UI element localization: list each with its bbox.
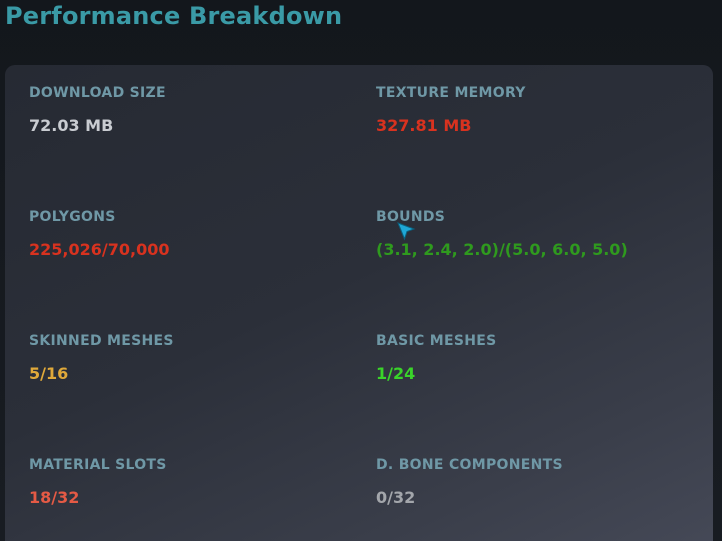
stat-label: BOUNDS bbox=[376, 209, 446, 225]
stat-value: 1/24 bbox=[376, 364, 416, 383]
stat-label: POLYGONS bbox=[29, 209, 116, 225]
stat-value: 0/32 bbox=[376, 488, 416, 507]
stat-value: (3.1, 2.4, 2.0)/(5.0, 6.0, 5.0) bbox=[376, 240, 628, 259]
stat-value: 18/32 bbox=[29, 488, 80, 507]
stat-material-slots: MATERIAL SLOTS 18/32 bbox=[29, 456, 359, 508]
stat-skinned-meshes: SKINNED MESHES 5/16 bbox=[29, 332, 359, 384]
stat-value: 327.81 MB bbox=[376, 116, 472, 135]
pointer-arrow-icon bbox=[397, 222, 416, 241]
stat-d-bone-components: D. BONE COMPONENTS 0/32 bbox=[376, 456, 706, 508]
stat-texture-memory: TEXTURE MEMORY 327.81 MB bbox=[376, 84, 706, 136]
stat-basic-meshes: BASIC MESHES 1/24 bbox=[376, 332, 706, 384]
stat-label: MATERIAL SLOTS bbox=[29, 457, 167, 473]
stat-label: TEXTURE MEMORY bbox=[376, 85, 526, 101]
stat-value: 225,026/70,000 bbox=[29, 240, 170, 259]
stat-label: SKINNED MESHES bbox=[29, 333, 174, 349]
stat-polygons: POLYGONS 225,026/70,000 bbox=[29, 208, 359, 260]
performance-page: Performance Breakdown DOWNLOAD SIZE 72.0… bbox=[0, 0, 722, 541]
cursor-shape bbox=[397, 222, 416, 241]
page-title: Performance Breakdown bbox=[5, 2, 343, 30]
stat-label: D. BONE COMPONENTS bbox=[376, 457, 563, 473]
stat-label: DOWNLOAD SIZE bbox=[29, 85, 166, 101]
stat-bounds: BOUNDS (3.1, 2.4, 2.0)/(5.0, 6.0, 5.0) bbox=[376, 208, 706, 260]
stat-download-size: DOWNLOAD SIZE 72.03 MB bbox=[29, 84, 359, 136]
stat-value: 5/16 bbox=[29, 364, 69, 383]
stat-label: BASIC MESHES bbox=[376, 333, 497, 349]
stats-panel: DOWNLOAD SIZE 72.03 MB TEXTURE MEMORY 32… bbox=[5, 65, 713, 541]
stat-value: 72.03 MB bbox=[29, 116, 114, 135]
